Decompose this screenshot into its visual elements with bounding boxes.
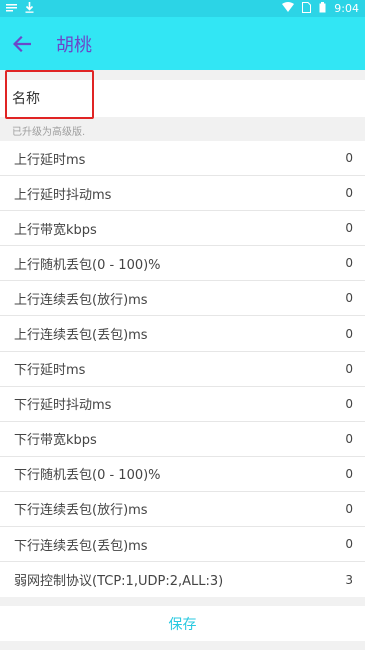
notification-icon xyxy=(6,2,17,15)
param-label: 下行延时抖动ms xyxy=(14,398,112,414)
param-value[interactable]: 0 xyxy=(345,467,353,481)
param-value[interactable]: 3 xyxy=(345,573,353,587)
param-label: 上行带宽kbps xyxy=(14,222,97,238)
param-value[interactable]: 0 xyxy=(345,221,353,235)
param-row[interactable]: 上行连续丢包(放行)ms 0 xyxy=(0,281,365,317)
param-row[interactable]: 上行延时抖动ms 0 xyxy=(0,176,365,212)
param-row[interactable]: 上行延时ms 0 xyxy=(0,141,365,177)
param-value[interactable]: 0 xyxy=(345,362,353,376)
battery-icon xyxy=(319,1,326,16)
status-time: 9:04 xyxy=(334,2,359,15)
param-row[interactable]: 上行随机丢包(0 - 100)% 0 xyxy=(0,246,365,282)
back-button[interactable] xyxy=(2,24,42,64)
upgrade-note: 已升级为高级版. xyxy=(12,127,86,138)
param-row[interactable]: 下行带宽kbps 0 xyxy=(0,421,365,457)
param-value[interactable]: 0 xyxy=(345,432,353,446)
param-value[interactable]: 0 xyxy=(345,256,353,270)
status-right: 9:04 xyxy=(282,1,359,16)
param-row[interactable]: 弱网控制协议(TCP:1,UDP:2,ALL:3) 3 xyxy=(0,562,365,598)
sim-icon xyxy=(302,1,312,16)
save-button[interactable]: 保存 xyxy=(0,606,365,641)
param-label: 上行连续丢包(丢包)ms xyxy=(14,328,148,344)
wifi-icon xyxy=(282,2,295,15)
name-row xyxy=(0,80,365,117)
param-value[interactable]: 0 xyxy=(345,537,353,551)
param-value[interactable]: 0 xyxy=(345,397,353,411)
param-label: 上行延时抖动ms xyxy=(14,187,112,203)
arrow-left-icon xyxy=(13,35,31,52)
param-label: 弱网控制协议(TCP:1,UDP:2,ALL:3) xyxy=(14,574,224,590)
param-list: 上行延时ms 0 上行延时抖动ms 0 上行带宽kbps 0 上行随机丢包(0 - 100)… xyxy=(0,141,365,598)
param-row[interactable]: 下行连续丢包(放行)ms 0 xyxy=(0,491,365,528)
param-label: 下行连续丢包(丢包)ms xyxy=(14,538,148,554)
param-row[interactable]: 下行连续丢包(丢包)ms 0 xyxy=(0,527,365,563)
param-row[interactable]: 上行带宽kbps 0 xyxy=(0,211,365,247)
download-icon xyxy=(25,1,34,16)
param-label: 下行延时ms xyxy=(14,363,86,379)
status-bar: 9:04 xyxy=(0,0,365,17)
param-value[interactable]: 0 xyxy=(345,291,353,305)
form-content: 已升级为高级版. 上行延时ms0上行延时抖动ms0上行带宽kbps0上行随机丢包… xyxy=(0,70,365,650)
param-label: 上行随机丢包(0 - 100)% xyxy=(14,257,161,273)
param-label: 上行连续丢包(放行)ms xyxy=(14,292,148,308)
param-label: 上行延时ms xyxy=(14,152,86,168)
param-value[interactable]: 0 xyxy=(345,186,353,200)
param-row[interactable]: 下行随机丢包(0 - 100)% 0 xyxy=(0,456,365,492)
param-label: 下行带宽kbps xyxy=(14,433,97,449)
param-value[interactable]: 0 xyxy=(345,151,353,165)
param-label: 下行连续丢包(放行)ms xyxy=(14,503,148,519)
param-row[interactable]: 下行延时ms 0 xyxy=(0,351,365,387)
param-value[interactable]: 0 xyxy=(345,502,353,516)
page-title: 胡桃 xyxy=(56,34,92,56)
param-row[interactable]: 上行连续丢包(丢包)ms 0 xyxy=(0,316,365,352)
app-bar: 胡桃 xyxy=(0,17,365,70)
param-row[interactable]: 下行延时抖动ms 0 xyxy=(0,386,365,422)
param-label: 下行随机丢包(0 - 100)% xyxy=(14,468,161,484)
param-value[interactable]: 0 xyxy=(345,327,353,341)
status-left xyxy=(6,1,34,16)
name-input[interactable] xyxy=(0,80,360,117)
